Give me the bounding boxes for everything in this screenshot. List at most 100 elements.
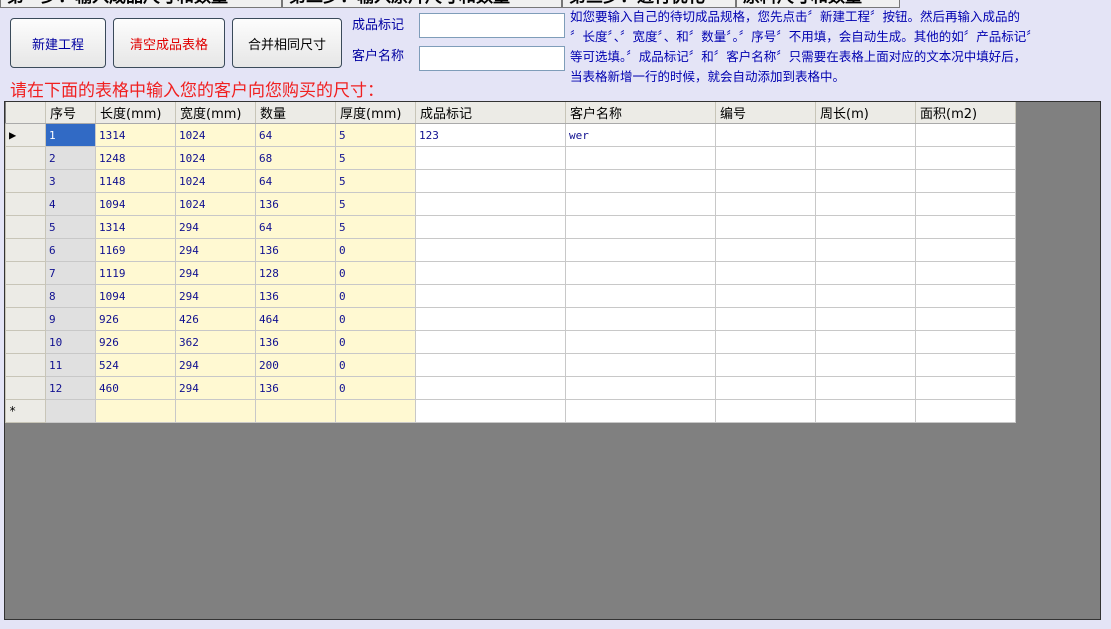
grid-cell[interactable]: 136 — [255, 238, 336, 262]
grid-cell[interactable]: 10 — [45, 330, 96, 354]
grid-cell[interactable] — [915, 376, 1016, 400]
grid-cell[interactable] — [175, 399, 256, 423]
grid-cell[interactable]: 294 — [175, 353, 256, 377]
grid-cell[interactable]: 1024 — [175, 123, 256, 147]
grid-cell[interactable] — [415, 261, 566, 285]
grid-cell[interactable]: 64 — [255, 215, 336, 239]
table-row[interactable]: 7 1119 294 128 0 — [5, 261, 1016, 285]
grid-cell[interactable] — [565, 261, 716, 285]
grid-cell[interactable]: 7 — [45, 261, 96, 285]
grid-cell[interactable]: 11 — [45, 353, 96, 377]
table-row[interactable]: 8 1094 294 136 0 — [5, 284, 1016, 308]
grid-cell[interactable]: 5 — [335, 123, 416, 147]
row-header[interactable] — [5, 330, 46, 354]
grid-cell[interactable] — [715, 146, 816, 170]
grid-cell[interactable]: 68 — [255, 146, 336, 170]
table-row[interactable]: 12 460 294 136 0 — [5, 376, 1016, 400]
grid-cell[interactable] — [715, 399, 816, 423]
table-row[interactable]: 3 1148 1024 64 5 — [5, 169, 1016, 193]
grid-cell[interactable]: 8 — [45, 284, 96, 308]
grid-cell[interactable] — [815, 169, 916, 193]
grid-cell[interactable] — [815, 215, 916, 239]
grid-cell[interactable]: 1094 — [95, 284, 176, 308]
grid-cell[interactable] — [715, 169, 816, 193]
grid-cell[interactable] — [815, 123, 916, 147]
grid-cell[interactable]: 136 — [255, 376, 336, 400]
grid-cell[interactable] — [815, 330, 916, 354]
product-grid[interactable]: 序号 长度(mm) 宽度(mm) 数量 厚度(mm) 成品标记 客户名称 编号 周长(m) 面积(… — [4, 101, 1101, 620]
column-header[interactable]: 成品标记 — [415, 102, 566, 124]
grid-cell[interactable]: 1314 — [95, 215, 176, 239]
grid-cell[interactable] — [815, 376, 916, 400]
corner-header[interactable] — [5, 102, 46, 124]
grid-cell[interactable]: 1119 — [95, 261, 176, 285]
grid-cell[interactable] — [45, 399, 96, 423]
grid-cell[interactable]: 464 — [255, 307, 336, 331]
grid-cell[interactable] — [915, 169, 1016, 193]
grid-cell[interactable]: 426 — [175, 307, 256, 331]
grid-cell[interactable]: 1024 — [175, 169, 256, 193]
table-row[interactable]: 2 1248 1024 68 5 — [5, 146, 1016, 170]
grid-cell[interactable]: 136 — [255, 192, 336, 216]
grid-cell[interactable]: 926 — [95, 330, 176, 354]
grid-cell[interactable]: 64 — [255, 169, 336, 193]
grid-cell[interactable] — [415, 169, 566, 193]
merge-same-size-button[interactable]: 合并相同尺寸 — [232, 18, 342, 68]
grid-cell[interactable]: 136 — [255, 284, 336, 308]
grid-cell[interactable] — [915, 146, 1016, 170]
grid-cell[interactable] — [715, 284, 816, 308]
grid-cell[interactable] — [915, 284, 1016, 308]
grid-cell[interactable] — [915, 353, 1016, 377]
grid-cell[interactable]: 12 — [45, 376, 96, 400]
new-project-button[interactable]: 新建工程 — [10, 18, 106, 68]
row-header[interactable] — [5, 284, 46, 308]
grid-cell[interactable]: 9 — [45, 307, 96, 331]
grid-cell[interactable]: 0 — [335, 307, 416, 331]
column-header[interactable]: 周长(m) — [815, 102, 916, 124]
product-mark-input[interactable] — [419, 13, 565, 38]
grid-cell[interactable] — [815, 307, 916, 331]
grid-cell[interactable]: 0 — [335, 330, 416, 354]
grid-cell[interactable]: 294 — [175, 284, 256, 308]
grid-cell[interactable]: 294 — [175, 376, 256, 400]
column-header[interactable]: 宽度(mm) — [175, 102, 256, 124]
grid-cell[interactable]: 6 — [45, 238, 96, 262]
grid-cell[interactable] — [715, 353, 816, 377]
table-row[interactable]: 11 524 294 200 0 — [5, 353, 1016, 377]
grid-cell[interactable] — [715, 238, 816, 262]
grid-cell[interactable]: 5 — [335, 192, 416, 216]
table-row[interactable]: 10 926 362 136 0 — [5, 330, 1016, 354]
grid-cell[interactable]: 123 — [415, 123, 566, 147]
grid-cell[interactable] — [565, 399, 716, 423]
grid-cell[interactable] — [915, 123, 1016, 147]
grid-cell[interactable] — [415, 376, 566, 400]
grid-cell[interactable] — [715, 192, 816, 216]
grid-cell[interactable] — [415, 238, 566, 262]
grid-cell[interactable]: 136 — [255, 330, 336, 354]
grid-cell[interactable] — [915, 192, 1016, 216]
grid-cell[interactable]: wer — [565, 123, 716, 147]
grid-cell[interactable] — [415, 192, 566, 216]
grid-cell[interactable] — [815, 238, 916, 262]
grid-cell[interactable] — [565, 146, 716, 170]
grid-cell[interactable] — [415, 215, 566, 239]
grid-cell[interactable] — [715, 376, 816, 400]
grid-cell[interactable]: 294 — [175, 238, 256, 262]
grid-cell[interactable] — [715, 215, 816, 239]
grid-cell[interactable]: 926 — [95, 307, 176, 331]
grid-cell[interactable]: 1024 — [175, 146, 256, 170]
row-header[interactable] — [5, 261, 46, 285]
clear-table-button[interactable]: 清空成品表格 — [113, 18, 225, 68]
table-row[interactable]: 5 1314 294 64 5 — [5, 215, 1016, 239]
grid-cell[interactable] — [915, 261, 1016, 285]
grid-cell[interactable] — [915, 399, 1016, 423]
row-header[interactable] — [5, 353, 46, 377]
grid-cell[interactable] — [815, 192, 916, 216]
grid-cell[interactable]: 0 — [335, 353, 416, 377]
grid-cell[interactable] — [565, 376, 716, 400]
grid-cell[interactable] — [565, 284, 716, 308]
grid-cell[interactable]: 0 — [335, 261, 416, 285]
grid-cell[interactable]: 2 — [45, 146, 96, 170]
grid-cell[interactable] — [715, 123, 816, 147]
row-header[interactable]: * — [5, 399, 46, 423]
